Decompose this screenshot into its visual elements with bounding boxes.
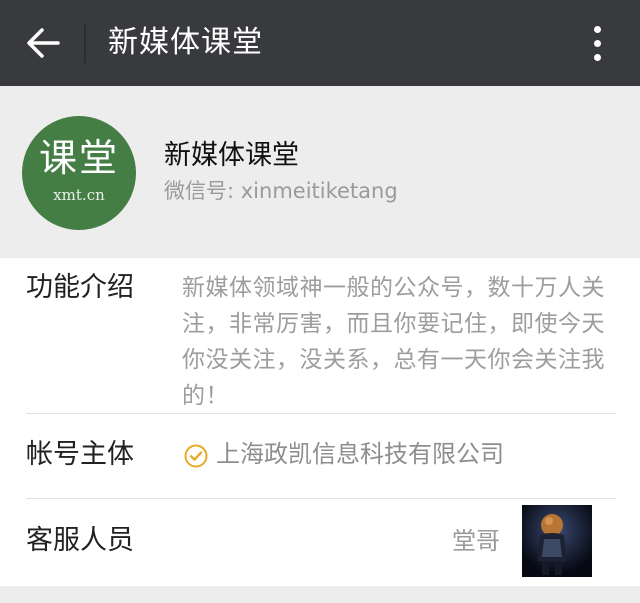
avatar-logo-text: 课堂 [38, 136, 119, 180]
app-screen: 新媒体课堂 课堂 xmt.cn 新媒体课堂 微信号: xinmeitiketan… [0, 0, 640, 603]
intro-text: 新媒体领域神一般的公众号，数十万人关注，非常厉害，而且你要记住，即使今天你没关注… [182, 275, 605, 409]
verified-check-icon [184, 444, 208, 468]
top-bar-divider [84, 23, 86, 63]
wechat-id: 微信号: xinmeitiketang [164, 179, 398, 203]
service-staff-avatar[interactable] [522, 505, 592, 577]
staff-photo [522, 505, 592, 577]
owner-company[interactable]: 上海政凯信息科技有限公司 [216, 436, 504, 472]
account-avatar[interactable]: 课堂 xmt.cn [22, 116, 136, 230]
page-title: 新媒体课堂 [108, 25, 263, 60]
back-arrow-icon [27, 28, 60, 58]
bottom-spacer [0, 586, 640, 603]
top-bar: 新媒体课堂 [0, 0, 640, 86]
profile-header: 课堂 xmt.cn 新媒体课堂 微信号: xinmeitiketang [0, 86, 640, 258]
more-options-button[interactable] [578, 22, 616, 66]
avatar-logo-subtext: xmt.cn [53, 186, 105, 204]
service-staff-name: 堂哥 [452, 527, 500, 555]
owner-label: 帐号主体 [26, 439, 134, 470]
intro-label: 功能介绍 [26, 272, 134, 303]
back-button[interactable] [18, 21, 68, 65]
account-name: 新媒体课堂 [164, 140, 299, 171]
info-card: 功能介绍 新媒体领域神一般的公众号，数十万人关注，非常厉害，而且你要记住，即使今… [0, 258, 640, 586]
divider [26, 498, 616, 499]
divider [26, 413, 616, 414]
service-label: 客服人员 [26, 525, 134, 556]
